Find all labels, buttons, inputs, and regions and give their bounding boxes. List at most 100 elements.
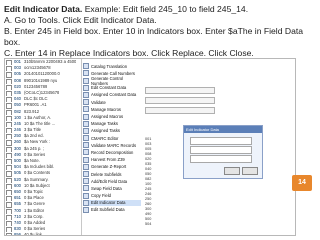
menu-item-icon: [83, 199, 89, 206]
replace-button[interactable]: [224, 167, 240, 175]
menu-item[interactable]: Copy Field: [83, 192, 141, 199]
menu-item[interactable]: Add/Edit Field Data: [83, 178, 141, 185]
row-checkbox[interactable]: [6, 97, 12, 103]
row-checkbox[interactable]: [6, 84, 12, 90]
row-checkbox[interactable]: [6, 103, 12, 109]
row-checkbox[interactable]: [6, 121, 12, 128]
menu-item[interactable]: Manage Macros: [83, 106, 141, 113]
menu-item-icon: [83, 99, 89, 106]
marc-tag: 856: [14, 232, 21, 236]
instruction-step-b: B. Enter 245 in Field box. Enter 10 in I…: [4, 26, 304, 47]
menu-item-label: Assigned Constant Data: [91, 92, 137, 98]
slide: Edit Indicator Data. Example: Edit field…: [0, 0, 320, 240]
row-checkbox[interactable]: [6, 214, 12, 220]
marc-record-list: 001 310b5nmm 2200493 a 4500 003 ocm12345678…: [5, 59, 82, 235]
menu-item[interactable]: Manage Tasks: [83, 120, 141, 127]
row-checkbox[interactable]: [6, 90, 12, 97]
row-checkbox[interactable]: [6, 60, 12, 66]
menu-item[interactable]: Harvest From Z39: [83, 156, 141, 163]
edit-indicator-dialog: Edit Indicator Data: [183, 125, 263, 179]
tools-menu: Catalog Translation Generate Call Numbers…: [83, 63, 141, 233]
header-field: [145, 87, 215, 94]
row-checkbox[interactable]: [6, 152, 12, 158]
dialog-title: Edit Indicator Data: [184, 126, 262, 133]
field-box[interactable]: [190, 137, 252, 145]
field-data-box[interactable]: [190, 155, 252, 163]
row-checkbox[interactable]: [6, 72, 12, 78]
menu-item-label: Edit Indicator Data: [91, 200, 126, 206]
menu-item-icon: [83, 91, 89, 98]
row-checkbox[interactable]: [6, 196, 12, 202]
instruction-step-a: A. Go to Tools. Click Edit Indicator Dat…: [4, 15, 157, 25]
menu-item-icon: [83, 206, 89, 213]
row-checkbox[interactable]: [6, 208, 12, 214]
menu-item[interactable]: Generate Z-Report: [83, 163, 141, 170]
menu-item[interactable]: Validate MARC Records: [83, 142, 141, 149]
menu-item[interactable]: Record Decomposition: [83, 149, 141, 156]
menu-item-icon: [83, 106, 89, 113]
menu-item-label: Generate Control Numbers: [91, 75, 124, 86]
instructions: Edit Indicator Data. Example: Edit field…: [4, 4, 314, 59]
row-checkbox[interactable]: [6, 109, 12, 115]
menu-item-icon: [83, 70, 89, 77]
menu-item-icon: [83, 135, 89, 142]
row-checkbox[interactable]: [6, 128, 12, 134]
menu-item-label: Edit Constant Data: [91, 85, 127, 91]
header-field: [145, 97, 215, 104]
menu-item-label: Validate: [91, 99, 106, 105]
row-checkbox[interactable]: [6, 189, 12, 196]
menu-item-label: Assigned Macros: [91, 114, 124, 119]
menu-item-label: Manage Macros: [91, 106, 122, 112]
row-checkbox[interactable]: [6, 159, 12, 165]
row-checkbox[interactable]: [6, 183, 12, 189]
menu-item-label: Delete Subfields: [91, 171, 122, 177]
menu-item[interactable]: Generate Control Numbers: [83, 75, 141, 86]
row-checkbox[interactable]: [6, 134, 12, 140]
marc-row[interactable]: 856 40 $u link: [5, 232, 81, 236]
menu-item-label: Harvest From Z39: [91, 157, 125, 163]
menu-item[interactable]: CMARC Editor: [83, 135, 141, 142]
menu-item-icon: [83, 120, 89, 127]
row-checkbox[interactable]: [6, 78, 12, 84]
row-checkbox[interactable]: [6, 202, 12, 208]
field-row: 504: [145, 222, 152, 226]
menu-item[interactable]: Edit Indicator Data: [83, 199, 141, 206]
menu-item-label: Assigned Tasks: [91, 128, 121, 134]
menu-item-label: Catalog Translation: [91, 63, 128, 69]
menu-item[interactable]: Assigned Constant Data: [83, 91, 141, 98]
menu-item-icon: [83, 113, 89, 120]
row-checkbox[interactable]: [6, 140, 12, 146]
menu-item-icon: [83, 171, 89, 177]
page-number-badge: 14: [292, 175, 312, 191]
menu-item-label: Copy Field: [91, 193, 112, 199]
row-checkbox[interactable]: [6, 66, 12, 72]
row-checkbox[interactable]: [6, 177, 12, 183]
menu-item-icon: [83, 77, 89, 84]
record-header-area: [145, 87, 221, 127]
menu-item[interactable]: Swap Field Data: [83, 185, 141, 192]
menu-item[interactable]: Assigned Tasks: [83, 127, 141, 134]
row-checkbox[interactable]: [6, 171, 12, 177]
menu-item[interactable]: Delete Subfields: [83, 171, 141, 177]
row-checkbox[interactable]: [6, 220, 12, 227]
menu-item[interactable]: Edit Subfield Data: [83, 206, 141, 213]
menu-item[interactable]: Assigned Macros: [83, 113, 141, 120]
menu-item-icon: [83, 142, 89, 149]
row-checkbox[interactable]: [6, 233, 12, 235]
menu-item-icon: [83, 192, 89, 199]
menu-item-icon: [83, 127, 89, 134]
row-checkbox[interactable]: [6, 146, 12, 152]
indicators-box[interactable]: [190, 146, 252, 154]
menu-item-label: Add/Edit Field Data: [91, 178, 128, 184]
menu-item-icon: [83, 63, 89, 70]
instruction-line-title: Edit Indicator Data. Example: Edit field…: [4, 4, 314, 15]
close-button[interactable]: [242, 167, 258, 175]
menu-item[interactable]: Validate: [83, 99, 141, 106]
row-checkbox[interactable]: [6, 165, 12, 171]
instruction-heading: Edit Indicator Data.: [4, 4, 83, 14]
row-checkbox[interactable]: [6, 227, 12, 233]
menu-item-label: Swap Field Data: [91, 185, 122, 191]
menu-item[interactable]: Catalog Translation: [83, 63, 141, 70]
row-checkbox[interactable]: [6, 115, 12, 121]
menu-item-icon: [83, 163, 89, 170]
